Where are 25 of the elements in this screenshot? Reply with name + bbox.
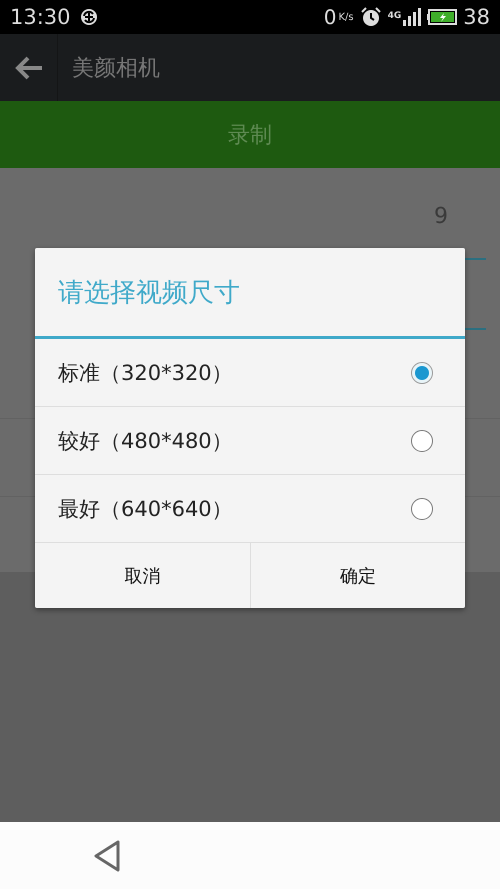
clock-time: 13:30	[10, 5, 71, 29]
size-option[interactable]: 较好（480*480）	[35, 407, 465, 475]
sync-icon	[78, 7, 99, 27]
radio-button[interactable]	[411, 430, 433, 452]
back-triangle-icon	[92, 838, 122, 872]
back-nav-button[interactable]	[92, 838, 122, 872]
back-arrow-icon	[14, 54, 44, 80]
network-type: 4G	[388, 11, 402, 21]
signal-icon	[403, 8, 422, 26]
alarm-clock-icon	[360, 6, 382, 28]
radio-button[interactable]	[411, 498, 433, 520]
battery-icon	[427, 9, 458, 25]
dialog-button[interactable]: 确定	[250, 543, 465, 608]
size-option[interactable]: 最好（640*640）	[35, 475, 465, 543]
radio-button[interactable]	[411, 362, 433, 384]
net-speed: 0	[324, 5, 336, 29]
option-label: 最好（640*640）	[58, 496, 233, 522]
dialog-button[interactable]: 取消	[35, 543, 250, 608]
option-label: 标准（320*320）	[58, 360, 233, 386]
battery-level: 38	[463, 5, 490, 29]
size-option[interactable]: 标准（320*320）	[35, 339, 465, 407]
dialog-title: 请选择视频尺寸	[35, 248, 465, 339]
app-title: 美颜相机	[72, 54, 160, 82]
option-label: 较好（480*480）	[58, 428, 233, 454]
net-speed-unit: K/s	[338, 12, 354, 22]
